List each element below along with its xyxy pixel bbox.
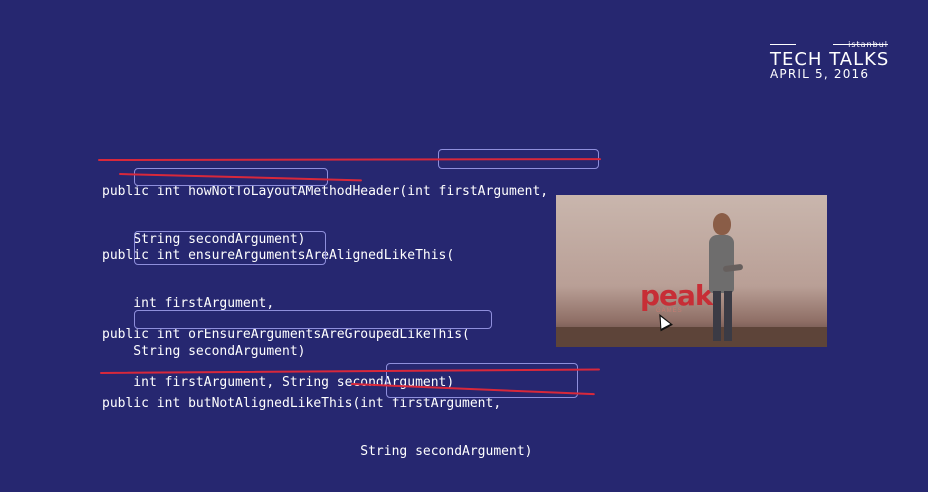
speaker-arm xyxy=(722,263,744,273)
logo-date: APRIL 5, 2016 xyxy=(770,67,870,81)
speaker-video: peak GAMES xyxy=(556,195,827,347)
speaker-head xyxy=(713,213,731,235)
logo-istanbul: istanbul xyxy=(848,40,888,49)
highlight-box xyxy=(134,231,326,265)
code-line: String secondArgument) xyxy=(102,444,533,459)
code-line: public int orEnsureArgumentsAreGroupedLi… xyxy=(102,327,470,342)
stage-floor xyxy=(556,327,827,347)
code-line: public int howNotToLayoutAMethodHeader(i… xyxy=(102,184,549,199)
highlight-box xyxy=(134,310,492,329)
speaker-figure xyxy=(701,213,746,345)
speaker-leg xyxy=(713,291,721,341)
speaker-body xyxy=(709,235,734,293)
logo-rule-left xyxy=(770,44,796,45)
code-line: public int butNotAlignedLikeThis(int fir… xyxy=(102,396,502,411)
speaker-leg xyxy=(724,291,732,341)
